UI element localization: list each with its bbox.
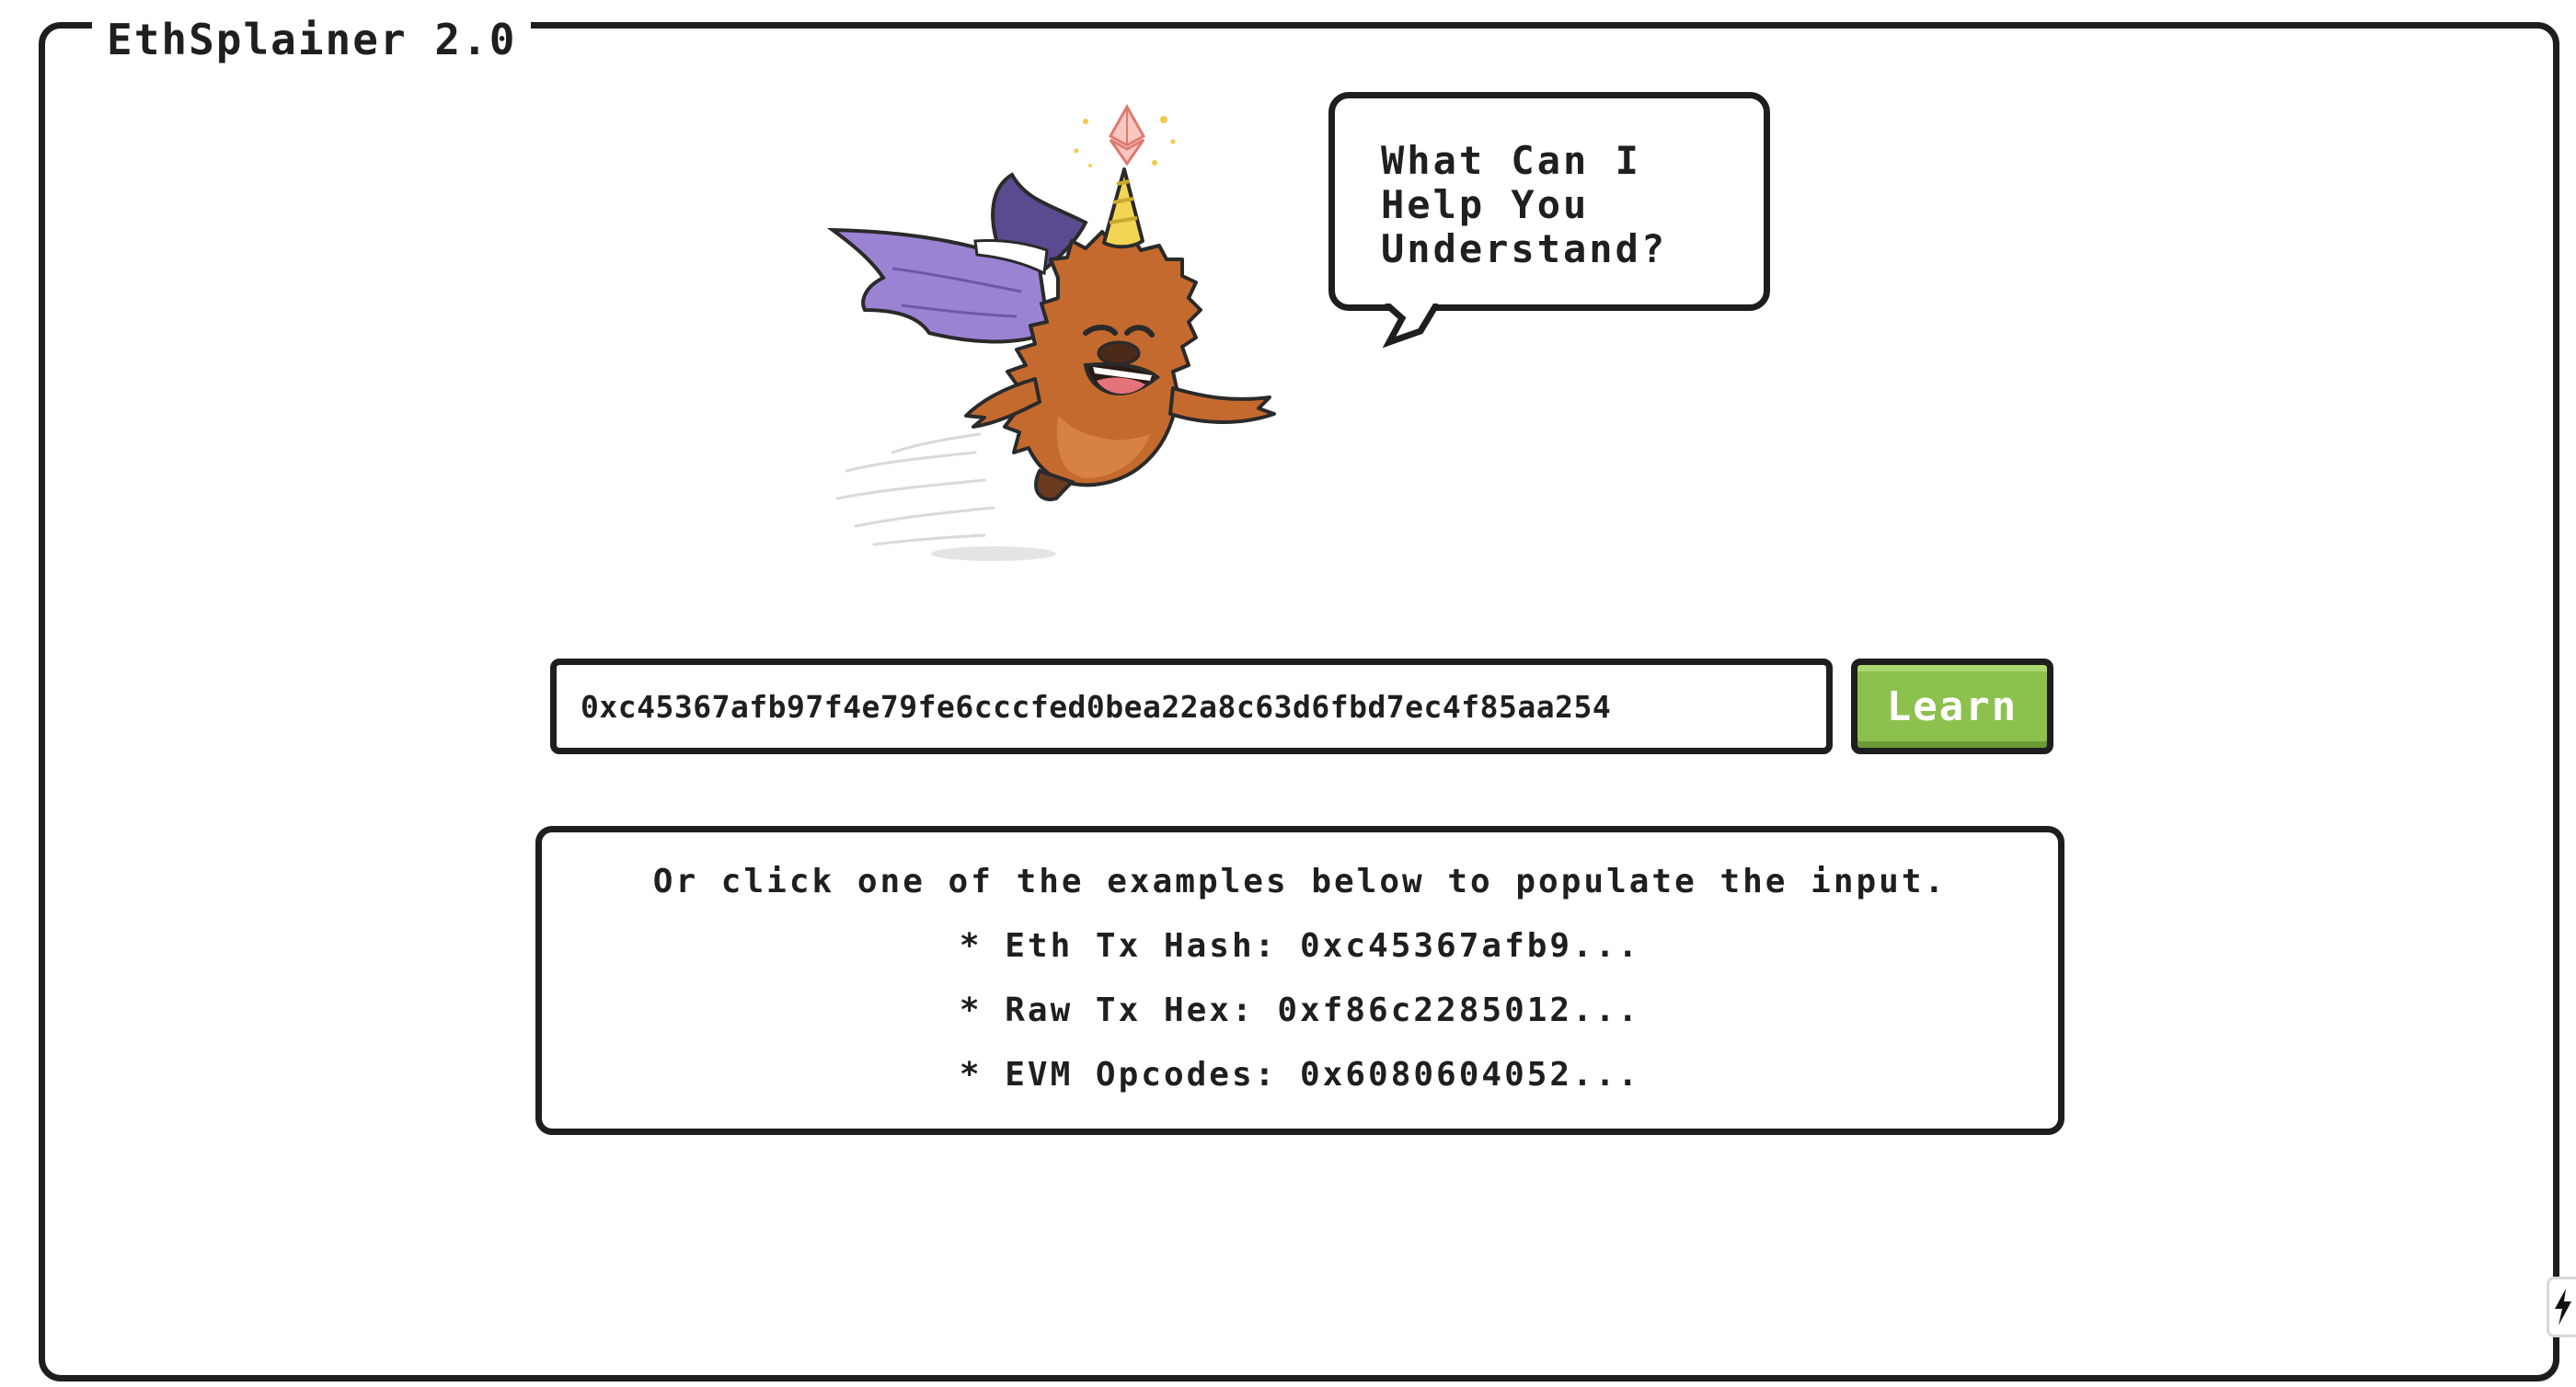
examples-box: Or click one of the examples below to po… <box>535 826 2064 1135</box>
motion-lines <box>835 432 995 546</box>
examples-intro: Or click one of the examples below to po… <box>652 863 1948 900</box>
snout <box>1097 340 1141 366</box>
learn-button[interactable]: Learn <box>1851 659 2053 754</box>
example-eth-tx-hash[interactable]: * Eth Tx Hash: 0xc45367afb9... <box>542 928 2058 965</box>
speech-bubble-tail <box>1382 304 1441 349</box>
example-evm-opcodes[interactable]: * EVM Opcodes: 0x6080604052... <box>542 1057 2058 1094</box>
right-arm <box>1168 386 1276 424</box>
mascot-shadow <box>931 546 1056 561</box>
side-tab[interactable] <box>2547 1277 2576 1337</box>
lightning-bolt-icon <box>2554 1289 2571 1325</box>
speech-bubble-text: What Can I Help You Understand? <box>1381 138 1668 271</box>
tx-input[interactable] <box>557 665 1826 748</box>
example-raw-tx-hex[interactable]: * Raw Tx Hex: 0xf86c2285012... <box>542 992 2058 1029</box>
mascot-illustration <box>826 103 1276 561</box>
app-title: EthSplainer 2.0 <box>92 15 532 64</box>
eth-logo-icon <box>1108 103 1146 166</box>
tx-input-container <box>550 659 1833 754</box>
speech-bubble: What Can I Help You Understand? <box>1328 92 1770 311</box>
